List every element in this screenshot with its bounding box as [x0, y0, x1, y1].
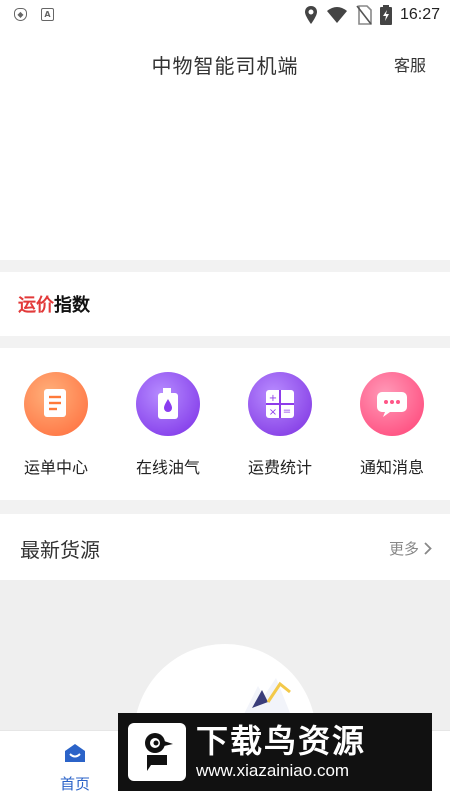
chat-bubble-icon [360, 372, 424, 436]
menu-item-notifications[interactable]: 通知消息 [336, 372, 448, 478]
quick-menu: 运单中心 在线油气 + × = 运费统计 通知消息 [0, 348, 450, 500]
customer-service-button[interactable]: 客服 [394, 52, 426, 76]
freight-index-part2: 指数 [54, 295, 90, 316]
shield-icon: ◆ [14, 8, 27, 21]
tab-home[interactable]: 首页 [42, 743, 108, 794]
status-time: 16:27 [399, 6, 440, 23]
freight-index-part1: 运价 [18, 295, 54, 316]
latest-cargo-section: 最新货源 更多 [0, 514, 450, 580]
svg-text:=: = [283, 406, 291, 417]
svg-text:+: + [269, 393, 277, 404]
bird-logo-icon [128, 723, 186, 781]
calculator-icon: + × = [248, 372, 312, 436]
freight-index-banner[interactable]: 运价 指数 [0, 272, 450, 336]
menu-item-online-fuel[interactable]: 在线油气 [112, 372, 224, 478]
menu-item-waybill-center[interactable]: 运单中心 [0, 372, 112, 478]
watermark-text: 下载鸟资源 www.xiazainiao.com [196, 722, 366, 782]
status-right-icons: 16:27 [304, 5, 440, 25]
cargo-list-empty-area [0, 580, 450, 730]
svg-text:×: × [269, 407, 277, 418]
menu-label: 在线油气 [135, 458, 200, 477]
a-badge-icon: A [41, 8, 54, 21]
status-left-icons: ◆ A [14, 8, 54, 21]
more-button[interactable]: 更多 [389, 538, 432, 559]
menu-label: 运单中心 [23, 458, 88, 477]
watermark-url: www.xiazainiao.com [196, 761, 350, 780]
watermark-title: 下载鸟资源 [196, 722, 367, 760]
status-bar: ◆ A 16:27 [0, 0, 450, 32]
no-sim-icon [356, 5, 372, 25]
page-title: 中物智能司机端 [151, 54, 299, 78]
wifi-icon [326, 7, 347, 23]
document-icon [24, 372, 88, 436]
app-header: 中物智能司机端 客服 [0, 32, 450, 260]
menu-item-freight-statistics[interactable]: + × = 运费统计 [224, 372, 336, 478]
location-icon [304, 6, 317, 24]
watermark-overlay: 下载鸟资源 www.xiazainiao.com [118, 713, 432, 791]
more-label: 更多 [388, 540, 419, 558]
latest-cargo-title: 最新货源 [20, 538, 100, 562]
chevron-right-icon [424, 542, 432, 555]
home-icon [65, 744, 85, 762]
fuel-can-icon [136, 372, 200, 436]
tab-home-label: 首页 [59, 775, 90, 793]
menu-label: 通知消息 [359, 458, 424, 477]
menu-label: 运费统计 [247, 458, 312, 477]
battery-charging-icon [379, 5, 392, 25]
